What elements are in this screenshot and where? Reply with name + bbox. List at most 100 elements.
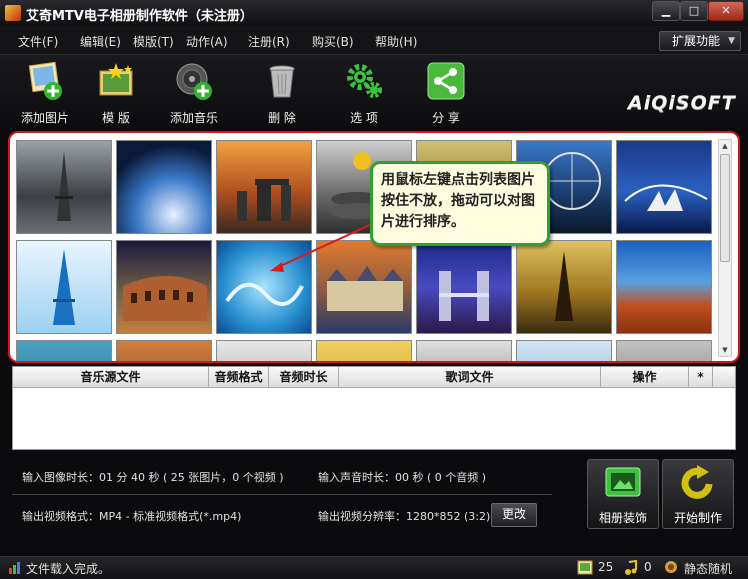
menu-buy[interactable]: 购买(B) — [312, 33, 354, 50]
menu-register[interactable]: 注册(R) — [248, 33, 290, 50]
music-list-table[interactable]: 音乐源文件 音频格式 音频时长 歌词文件 操作 * — [12, 366, 736, 450]
close-button[interactable]: ✕ — [708, 1, 744, 21]
drag-sort-tooltip: 用鼠标左键点击列表图片按住不放，拖动可以对图片进行排序。 — [370, 161, 550, 246]
status-message: 文件载入完成。 — [26, 562, 111, 576]
output-video-format: 输出视频格式：MP4 - 标准视频格式(*.mp4) — [22, 510, 242, 523]
add-photo-icon — [28, 61, 62, 100]
extended-functions-dropdown[interactable]: 扩展功能 ▼ — [659, 31, 741, 51]
photo-thumbnail-castle[interactable] — [316, 240, 412, 334]
scrollbar-thumb[interactable] — [720, 154, 730, 262]
photo-thumbnail-colosseum[interactable] — [116, 240, 212, 334]
column-header-audio-format[interactable]: 音频格式 — [209, 367, 269, 387]
album-decoration-button[interactable]: 相册装饰 — [587, 459, 659, 529]
photo-thumbnail-opera-house[interactable] — [616, 140, 712, 234]
photo-thumbnail-tower-bridge[interactable] — [416, 240, 512, 334]
menu-file[interactable]: 文件(F) — [18, 33, 58, 50]
chevron-down-icon: ▼ — [728, 36, 735, 46]
add-music-button[interactable]: 添加音乐 — [164, 59, 224, 125]
menu-template[interactable]: 模版(T) — [133, 33, 174, 50]
share-label: 分 享 — [432, 111, 460, 125]
photo-thumbnail-row3-6[interactable] — [516, 340, 612, 361]
image-count-icon — [577, 560, 593, 575]
menu-bar: 文件(F) 编辑(E) 模版(T) 动作(A) 注册(R) 购买(B) 帮助(H… — [0, 26, 748, 55]
start-production-label: 开始制作 — [673, 511, 722, 525]
audio-count: 0 — [644, 560, 652, 574]
options-button[interactable]: 选 项 — [338, 59, 390, 125]
bar-chart-icon — [9, 562, 20, 574]
tower-bridge-icon — [439, 271, 489, 321]
input-image-duration: 输入图像时长：01 分 40 秒 ( 25 张图片，0 个视频 ) — [22, 471, 284, 484]
template-button[interactable]: 模 版 — [88, 59, 144, 125]
share-button[interactable]: 分 享 — [420, 59, 472, 125]
app-icon — [5, 5, 21, 21]
stonehenge-icon — [237, 179, 291, 221]
delete-button[interactable]: 删 除 — [256, 59, 308, 125]
photo-thumbnail-water-splash[interactable] — [216, 240, 312, 334]
add-music-icon — [176, 63, 212, 100]
castle-icon — [327, 266, 403, 311]
maximize-icon: □ — [688, 4, 700, 17]
menu-help[interactable]: 帮助(H) — [375, 33, 417, 50]
menu-action[interactable]: 动作(A) — [186, 33, 228, 50]
options-label: 选 项 — [350, 111, 378, 125]
opera-house-icon — [624, 184, 708, 211]
extended-functions-label: 扩展功能 — [672, 34, 721, 48]
info-divider — [12, 494, 552, 495]
photo-thumbnail-row3-2[interactable] — [116, 340, 212, 361]
photo-thumbnail-stonehenge[interactable] — [216, 140, 312, 234]
photo-thumbnail-eiffel-blue[interactable] — [16, 240, 112, 334]
scroll-down-icon[interactable]: ▼ — [719, 344, 731, 356]
transition-icon — [665, 561, 677, 573]
delete-label: 删 除 — [268, 111, 296, 125]
album-decoration-label: 相册装饰 — [598, 511, 647, 525]
photo-thumbnail-row3-5[interactable] — [416, 340, 512, 361]
photo-thumbnail-row3-1[interactable] — [16, 340, 112, 361]
window-title: 艾奇MTV电子相册制作软件（未注册） — [26, 9, 253, 24]
column-header-star[interactable]: * — [689, 367, 713, 387]
brand-logo: AiQiSOFT — [628, 92, 736, 114]
add-photo-label: 添加图片 — [20, 111, 69, 125]
water-splash-icon — [225, 282, 304, 306]
add-music-label: 添加音乐 — [169, 111, 218, 125]
minimize-button[interactable]: ▁ — [652, 1, 680, 21]
title-bar: 艾奇MTV电子相册制作软件（未注册） ▁ □ ✕ — [0, 0, 748, 27]
colosseum-icon — [123, 276, 207, 321]
photo-thumbnail-eiffel-gray[interactable] — [16, 140, 112, 234]
photo-thumbnail-row3-7[interactable] — [616, 340, 712, 361]
add-photo-button[interactable]: 添加图片 — [14, 59, 76, 125]
maximize-button[interactable]: □ — [680, 1, 708, 21]
start-production-button[interactable]: 开始制作 — [662, 459, 734, 529]
photo-thumbnail-eiffel-gold[interactable] — [516, 240, 612, 334]
photo-thumbnail-row3-4[interactable] — [316, 340, 412, 361]
column-header-lyrics-file[interactable]: 歌词文件 — [339, 367, 601, 387]
photo-thumbnail-canyon[interactable] — [616, 240, 712, 334]
transition-mode[interactable]: 静态随机 — [684, 560, 732, 577]
scroll-up-icon[interactable]: ▲ — [719, 140, 731, 152]
picture-frame-icon — [605, 467, 641, 497]
output-video-resolution: 输出视频分辨率：1280*852 (3:2) — [318, 510, 491, 523]
template-icon — [99, 63, 133, 96]
photo-thumbnail-row3-3[interactable] — [216, 340, 312, 361]
refresh-arrow-icon — [681, 465, 713, 499]
column-header-source-file[interactable]: 音乐源文件 — [13, 367, 209, 387]
music-table-header: 音乐源文件 音频格式 音频时长 歌词文件 操作 * — [13, 367, 735, 388]
status-bar: 文件载入完成。 25 0 静态随机 — [0, 556, 748, 579]
music-note-icon — [625, 560, 637, 575]
menu-edit[interactable]: 编辑(E) — [80, 33, 121, 50]
image-count: 25 — [598, 560, 614, 574]
eiffel-tower-icon — [53, 249, 75, 325]
eiffel-tower-icon — [555, 251, 573, 321]
template-label: 模 版 — [102, 111, 130, 125]
change-settings-button[interactable]: 更改 — [491, 503, 537, 527]
input-audio-duration: 输入声音时长：00 秒 ( 0 个音频 ) — [318, 471, 487, 484]
eiffel-tower-icon — [55, 151, 73, 221]
close-icon: ✕ — [721, 4, 731, 17]
minimize-icon: ▁ — [661, 4, 671, 17]
gear-icon — [347, 64, 382, 98]
column-header-action[interactable]: 操作 — [601, 367, 689, 387]
share-icon — [427, 62, 465, 100]
photo-list-scrollbar[interactable]: ▲ ▼ — [718, 139, 732, 357]
column-header-audio-duration[interactable]: 音频时长 — [269, 367, 339, 387]
trash-icon — [269, 65, 295, 98]
photo-thumbnail-earth[interactable] — [116, 140, 212, 234]
